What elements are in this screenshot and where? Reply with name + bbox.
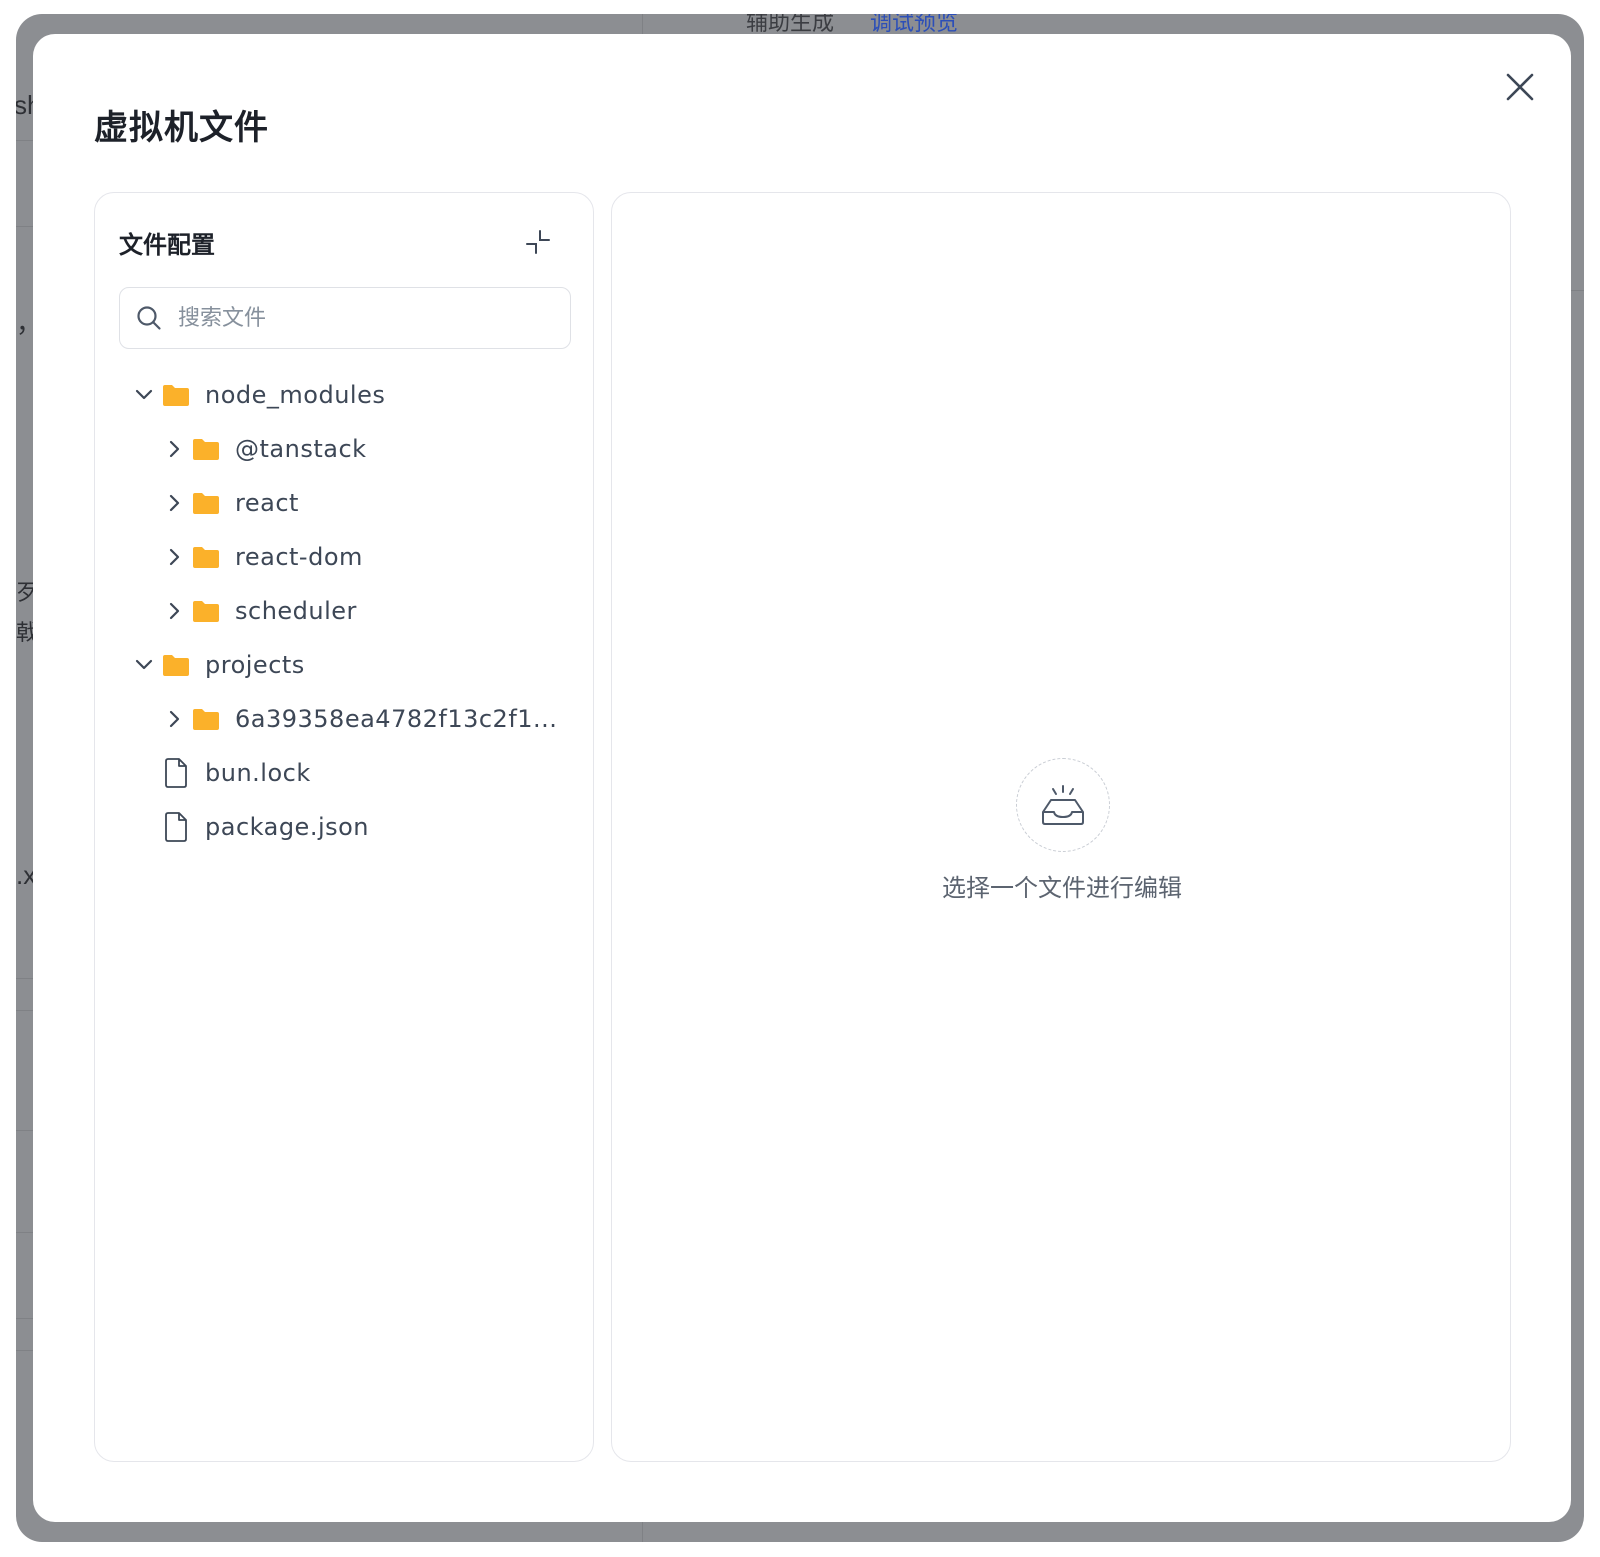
editor-panel: 选择一个文件进行编辑 [611, 192, 1511, 1462]
collapse-button[interactable] [523, 227, 553, 257]
folder-icon [161, 380, 191, 410]
chevron-right-icon[interactable] [161, 598, 187, 624]
search-icon [137, 306, 161, 330]
background-tab-active: 调试预览 [870, 14, 959, 34]
background-tab: 辅助生成 [746, 14, 835, 34]
tree-item-label: react-dom [235, 543, 363, 571]
search-box [119, 287, 571, 349]
vm-files-dialog: 虚拟机文件 文件配置 搜索文件 node_modules @tanstack r… [33, 34, 1571, 1522]
tree-item-folder[interactable]: react [95, 476, 595, 530]
chevron-down-icon[interactable] [131, 652, 157, 678]
tree-item-label: 6a39358ea4782f13c2f1... [235, 705, 558, 733]
search-input[interactable] [178, 305, 538, 331]
dialog-title: 虚拟机文件 [94, 108, 269, 148]
tree-item-file[interactable]: package.json [95, 800, 595, 854]
tree-item-label: package.json [205, 813, 370, 841]
chevron-right-icon[interactable] [161, 544, 187, 570]
folder-icon [191, 596, 221, 626]
file-tree: node_modules @tanstack react react-dom s… [95, 368, 595, 854]
inbox-icon [1042, 785, 1084, 825]
tree-item-folder[interactable]: projects [95, 638, 595, 692]
tree-item-label: react [235, 489, 299, 517]
tree-item-folder[interactable]: 6a39358ea4782f13c2f1... [95, 692, 595, 746]
tree-item-folder[interactable]: react-dom [95, 530, 595, 584]
tree-item-file[interactable]: bun.lock [95, 746, 595, 800]
tree-item-folder[interactable]: scheduler [95, 584, 595, 638]
chevron-right-icon[interactable] [161, 706, 187, 732]
tree-item-label: node_modules [205, 381, 386, 409]
empty-state-text: 选择一个文件进行编辑 [942, 874, 1182, 902]
tree-item-folder[interactable]: @tanstack [95, 422, 595, 476]
empty-state-badge [1016, 758, 1110, 852]
file-icon [161, 758, 191, 788]
background-divider [642, 14, 643, 34]
chevron-right-icon[interactable] [161, 490, 187, 516]
folder-icon [191, 488, 221, 518]
close-button[interactable] [1501, 68, 1539, 106]
file-icon [161, 812, 191, 842]
folder-icon [191, 542, 221, 572]
tree-item-label: @tanstack [235, 435, 367, 463]
folder-icon [191, 704, 221, 734]
tree-item-label: scheduler [235, 597, 357, 625]
tree-item-folder[interactable]: node_modules [95, 368, 595, 422]
tree-item-label: projects [205, 651, 305, 679]
collapse-icon [526, 230, 550, 254]
close-icon [1506, 73, 1534, 101]
file-tree-panel: 文件配置 node_modules [94, 192, 594, 1462]
folder-icon [161, 650, 191, 680]
background-tabs: 辅助生成 调试预览 [670, 14, 1070, 34]
chevron-right-icon[interactable] [161, 436, 187, 462]
tree-item-label: bun.lock [205, 759, 311, 787]
chevron-down-icon[interactable] [131, 382, 157, 408]
folder-icon [191, 434, 221, 464]
panel-title: 文件配置 [119, 231, 215, 259]
